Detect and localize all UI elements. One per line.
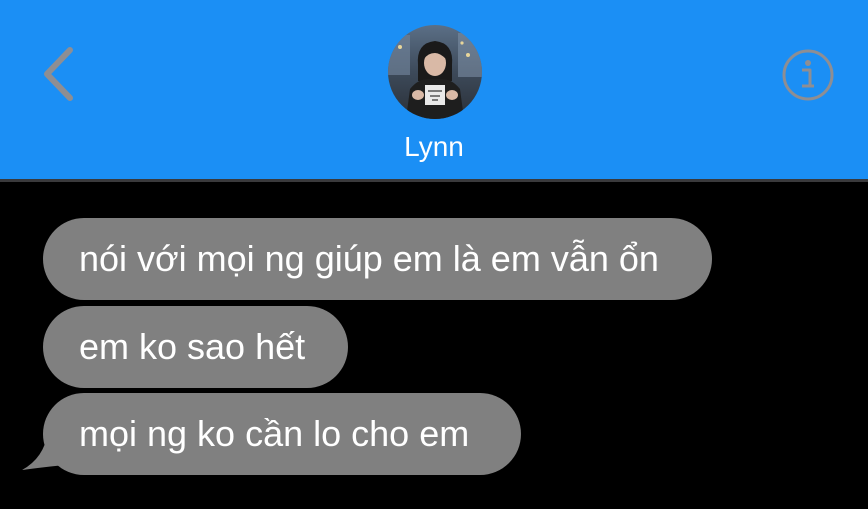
info-icon (782, 49, 834, 101)
message-thread: nói với mọi ng giúp em là em vẫn ổn em k… (0, 182, 868, 509)
contact-avatar[interactable] (388, 25, 482, 119)
incoming-message-bubble[interactable]: mọi ng ko cần lo cho em (43, 393, 521, 475)
incoming-message-bubble[interactable]: nói với mọi ng giúp em là em vẫn ổn (43, 218, 712, 300)
incoming-message-bubble[interactable]: em ko sao hết (43, 306, 348, 388)
avatar-photo (388, 25, 482, 119)
conversation-header: Lynn (0, 0, 868, 179)
contact-name[interactable]: Lynn (334, 129, 534, 165)
back-button[interactable] (30, 40, 90, 108)
info-button[interactable] (780, 47, 836, 103)
chevron-left-icon (44, 47, 73, 101)
